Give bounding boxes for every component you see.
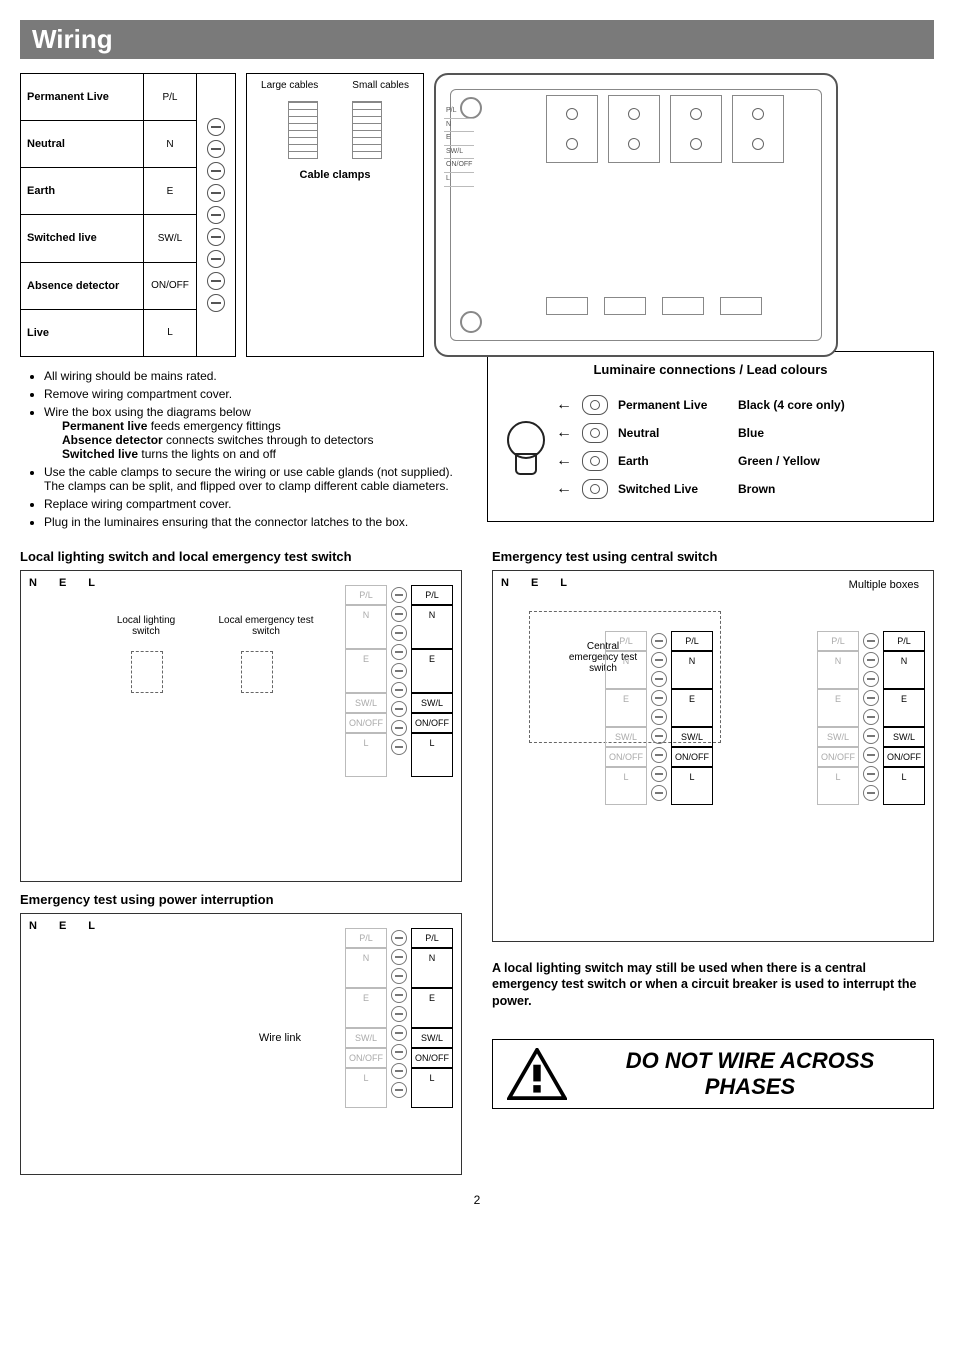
clamp-large-icon [288, 101, 318, 159]
list-item: Replace wiring compartment cover. [44, 497, 467, 511]
cable-clamps-title: Cable clamps [300, 169, 371, 181]
terminal-definitions-table: Permanent LiveP/L NeutralN EarthE Switch… [20, 73, 236, 357]
luminaire-title: Luminaire connections / Lead colours [502, 362, 919, 377]
diagram-local-switch: NEL Local lighting switch Local emergenc… [20, 570, 462, 882]
page-title: Wiring [20, 20, 934, 59]
diagram-power-interruption: NEL Wire link P/L N E SW/L ON/OFF L P/L … [20, 913, 462, 1175]
bulb-icon [502, 417, 546, 477]
luminaire-connections-box: Luminaire connections / Lead colours ←Pe… [487, 351, 934, 522]
instruction-list: All wiring should be mains rated. Remove… [20, 369, 467, 529]
list-item: Use the cable clamps to secure the wirin… [44, 465, 467, 493]
warning-triangle-icon [507, 1048, 567, 1100]
device-illustration: P/LNESW/LON/OFFL [434, 73, 838, 357]
list-item: Wire the box using the diagrams below Pe… [44, 405, 467, 461]
cable-clamp-figure: Large cables Small cables Cable clamps [246, 73, 424, 357]
small-cables-label: Small cables [352, 80, 409, 91]
large-cables-label: Large cables [261, 80, 318, 91]
section-local-title: Local lighting switch and local emergenc… [20, 549, 462, 564]
list-item: All wiring should be mains rated. [44, 369, 467, 383]
central-switch-note: A local lighting switch may still be use… [492, 960, 934, 1009]
warning-box: DO NOT WIRE ACROSS PHASES [492, 1039, 934, 1109]
list-item: Remove wiring compartment cover. [44, 387, 467, 401]
section-interruption-title: Emergency test using power interruption [20, 892, 462, 907]
section-central-title: Emergency test using central switch [492, 549, 934, 564]
page-number: 2 [20, 1193, 934, 1207]
list-item: Plug in the luminaires ensuring that the… [44, 515, 467, 529]
diagram-central-switch: NEL Multiple boxes Central emergency tes… [492, 570, 934, 942]
clamp-small-icon [352, 101, 382, 159]
warning-text: DO NOT WIRE ACROSS PHASES [581, 1048, 919, 1100]
